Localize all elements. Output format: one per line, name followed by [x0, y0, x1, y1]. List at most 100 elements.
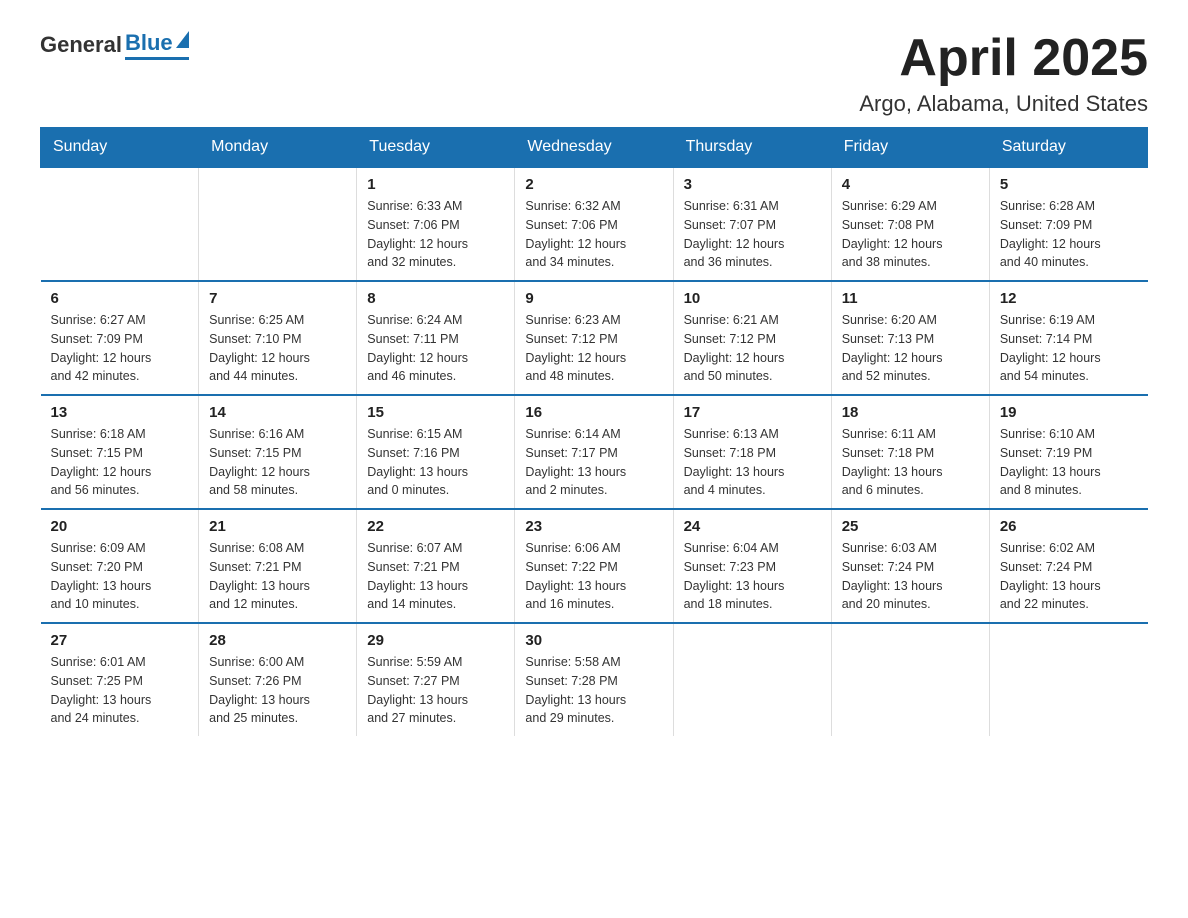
day-info: Sunrise: 6:31 AM Sunset: 7:07 PM Dayligh… — [684, 197, 821, 272]
day-number: 15 — [367, 404, 504, 421]
calendar-header-wednesday: Wednesday — [515, 128, 673, 168]
calendar-cell: 20Sunrise: 6:09 AM Sunset: 7:20 PM Dayli… — [41, 509, 199, 623]
day-info: Sunrise: 6:11 AM Sunset: 7:18 PM Dayligh… — [842, 425, 979, 500]
calendar-cell: 29 Sunrise: 5:59 AM Sunset: 7:27 PM Dayli… — [357, 623, 515, 736]
day-number: 11 — [842, 290, 979, 307]
calendar-week-row: 6 Sunrise: 6:27 AM Sunset: 7:09 PM Daylig… — [41, 281, 1148, 395]
month-title: April 2025 — [859, 30, 1148, 87]
title-section: April 2025 Argo, Alabama, United States — [859, 30, 1148, 117]
calendar-header-thursday: Thursday — [673, 128, 831, 168]
day-number: 5 — [1000, 176, 1138, 193]
calendar-cell: 7 Sunrise: 6:25 AM Sunset: 7:10 PM Daylig… — [199, 281, 357, 395]
calendar-cell: 4 Sunrise: 6:29 AM Sunset: 7:08 PM Daylig… — [831, 167, 989, 281]
day-info: Sunrise: 6:23 AM Sunset: 7:12 PM Dayligh… — [525, 311, 662, 386]
day-number: 18 — [842, 404, 979, 421]
day-number: 28 — [209, 632, 346, 649]
day-info: Sunrise: 6:33 AM Sunset: 7:06 PM Dayligh… — [367, 197, 504, 272]
day-info: Sunrise: 6:13 AM Sunset: 7:18 PM Dayligh… — [684, 425, 821, 500]
day-number: 21 — [209, 518, 346, 535]
day-number: 20 — [51, 518, 189, 535]
calendar-cell: 30 Sunrise: 5:58 AM Sunset: 7:28 PM Dayli… — [515, 623, 673, 736]
day-number: 9 — [525, 290, 662, 307]
calendar-cell — [831, 623, 989, 736]
calendar-week-row: 1 Sunrise: 6:33 AM Sunset: 7:06 PM Daylig… — [41, 167, 1148, 281]
day-info: Sunrise: 6:19 AM Sunset: 7:14 PM Dayligh… — [1000, 311, 1138, 386]
calendar-cell: 12 Sunrise: 6:19 AM Sunset: 7:14 PM Dayli… — [989, 281, 1147, 395]
day-info: Sunrise: 6:10 AM Sunset: 7:19 PM Dayligh… — [1000, 425, 1138, 500]
calendar-cell: 13 Sunrise: 6:18 AM Sunset: 7:15 PM Dayli… — [41, 395, 199, 509]
calendar-cell: 2 Sunrise: 6:32 AM Sunset: 7:06 PM Daylig… — [515, 167, 673, 281]
day-number: 30 — [525, 632, 662, 649]
day-number: 1 — [367, 176, 504, 193]
day-number: 22 — [367, 518, 504, 535]
day-number: 7 — [209, 290, 346, 307]
day-number: 2 — [525, 176, 662, 193]
day-info: Sunrise: 6:25 AM Sunset: 7:10 PM Dayligh… — [209, 311, 346, 386]
calendar-cell — [989, 623, 1147, 736]
day-info: Sunrise: 6:00 AM Sunset: 7:26 PM Dayligh… — [209, 653, 346, 728]
day-number: 17 — [684, 404, 821, 421]
calendar-cell: 17 Sunrise: 6:13 AM Sunset: 7:18 PM Dayli… — [673, 395, 831, 509]
calendar-cell: 6 Sunrise: 6:27 AM Sunset: 7:09 PM Daylig… — [41, 281, 199, 395]
logo-blue: Blue — [125, 30, 173, 56]
calendar-cell: 1 Sunrise: 6:33 AM Sunset: 7:06 PM Daylig… — [357, 167, 515, 281]
day-info: Sunrise: 6:32 AM Sunset: 7:06 PM Dayligh… — [525, 197, 662, 272]
calendar-cell: 16 Sunrise: 6:14 AM Sunset: 7:17 PM Dayli… — [515, 395, 673, 509]
calendar-header-tuesday: Tuesday — [357, 128, 515, 168]
calendar-cell: 27Sunrise: 6:01 AM Sunset: 7:25 PM Dayli… — [41, 623, 199, 736]
calendar-cell: 21 Sunrise: 6:08 AM Sunset: 7:21 PM Dayli… — [199, 509, 357, 623]
calendar-cell: 3 Sunrise: 6:31 AM Sunset: 7:07 PM Daylig… — [673, 167, 831, 281]
day-number: 13 — [51, 404, 189, 421]
calendar-week-row: 13 Sunrise: 6:18 AM Sunset: 7:15 PM Dayli… — [41, 395, 1148, 509]
logo-general: General — [40, 32, 122, 58]
day-number: 3 — [684, 176, 821, 193]
day-info: Sunrise: 5:58 AM Sunset: 7:28 PM Dayligh… — [525, 653, 662, 728]
calendar-cell: 15Sunrise: 6:15 AM Sunset: 7:16 PM Dayli… — [357, 395, 515, 509]
calendar-cell — [199, 167, 357, 281]
calendar-cell: 14Sunrise: 6:16 AM Sunset: 7:15 PM Dayli… — [199, 395, 357, 509]
calendar-cell: 5 Sunrise: 6:28 AM Sunset: 7:09 PM Daylig… — [989, 167, 1147, 281]
day-info: Sunrise: 5:59 AM Sunset: 7:27 PM Dayligh… — [367, 653, 504, 728]
day-number: 29 — [367, 632, 504, 649]
day-number: 16 — [525, 404, 662, 421]
calendar-header-friday: Friday — [831, 128, 989, 168]
day-number: 12 — [1000, 290, 1138, 307]
day-info: Sunrise: 6:27 AM Sunset: 7:09 PM Dayligh… — [51, 311, 189, 386]
day-number: 25 — [842, 518, 979, 535]
day-info: Sunrise: 6:06 AM Sunset: 7:22 PM Dayligh… — [525, 539, 662, 614]
day-info: Sunrise: 6:18 AM Sunset: 7:15 PM Dayligh… — [51, 425, 189, 500]
day-info: Sunrise: 6:03 AM Sunset: 7:24 PM Dayligh… — [842, 539, 979, 614]
calendar-cell: 9 Sunrise: 6:23 AM Sunset: 7:12 PM Daylig… — [515, 281, 673, 395]
calendar-cell: 8Sunrise: 6:24 AM Sunset: 7:11 PM Daylig… — [357, 281, 515, 395]
page-header: General Blue April 2025 Argo, Alabama, U… — [40, 30, 1148, 117]
calendar-cell: 18 Sunrise: 6:11 AM Sunset: 7:18 PM Dayli… — [831, 395, 989, 509]
day-info: Sunrise: 6:16 AM Sunset: 7:15 PM Dayligh… — [209, 425, 346, 500]
calendar-header-monday: Monday — [199, 128, 357, 168]
day-number: 4 — [842, 176, 979, 193]
day-info: Sunrise: 6:07 AM Sunset: 7:21 PM Dayligh… — [367, 539, 504, 614]
calendar-cell: 24Sunrise: 6:04 AM Sunset: 7:23 PM Dayli… — [673, 509, 831, 623]
calendar-cell: 22 Sunrise: 6:07 AM Sunset: 7:21 PM Dayli… — [357, 509, 515, 623]
day-info: Sunrise: 6:24 AM Sunset: 7:11 PM Dayligh… — [367, 311, 504, 386]
day-info: Sunrise: 6:14 AM Sunset: 7:17 PM Dayligh… — [525, 425, 662, 500]
calendar-cell: 25 Sunrise: 6:03 AM Sunset: 7:24 PM Dayli… — [831, 509, 989, 623]
day-info: Sunrise: 6:29 AM Sunset: 7:08 PM Dayligh… — [842, 197, 979, 272]
calendar-header-saturday: Saturday — [989, 128, 1147, 168]
day-number: 19 — [1000, 404, 1138, 421]
calendar-cell: 28 Sunrise: 6:00 AM Sunset: 7:26 PM Dayli… — [199, 623, 357, 736]
calendar-week-row: 20Sunrise: 6:09 AM Sunset: 7:20 PM Dayli… — [41, 509, 1148, 623]
day-number: 23 — [525, 518, 662, 535]
day-number: 27 — [51, 632, 189, 649]
calendar-header-row: SundayMondayTuesdayWednesdayThursdayFrid… — [41, 128, 1148, 168]
day-number: 10 — [684, 290, 821, 307]
calendar-cell: 23 Sunrise: 6:06 AM Sunset: 7:22 PM Dayli… — [515, 509, 673, 623]
calendar-cell: 10Sunrise: 6:21 AM Sunset: 7:12 PM Dayli… — [673, 281, 831, 395]
location-title: Argo, Alabama, United States — [859, 91, 1148, 117]
day-info: Sunrise: 6:28 AM Sunset: 7:09 PM Dayligh… — [1000, 197, 1138, 272]
calendar-cell: 11Sunrise: 6:20 AM Sunset: 7:13 PM Dayli… — [831, 281, 989, 395]
day-number: 6 — [51, 290, 189, 307]
calendar-table: SundayMondayTuesdayWednesdayThursdayFrid… — [40, 127, 1148, 736]
day-info: Sunrise: 6:08 AM Sunset: 7:21 PM Dayligh… — [209, 539, 346, 614]
calendar-cell: 26Sunrise: 6:02 AM Sunset: 7:24 PM Dayli… — [989, 509, 1147, 623]
day-number: 24 — [684, 518, 821, 535]
